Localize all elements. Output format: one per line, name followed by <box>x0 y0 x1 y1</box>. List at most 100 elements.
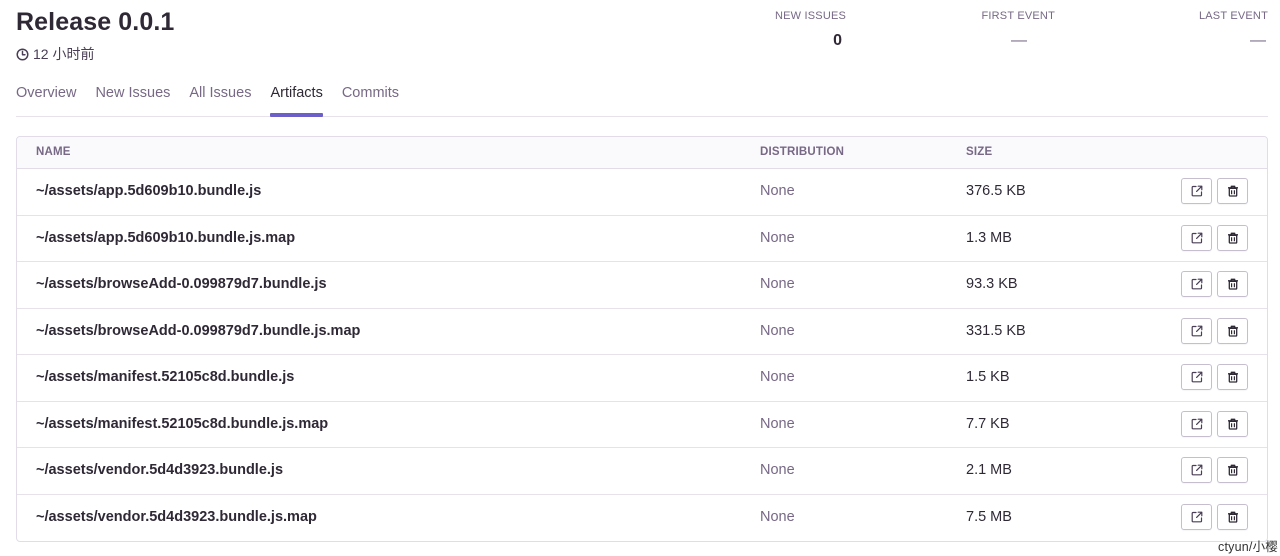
table-body: ~/assets/app.5d609b10.bundle.js None 376… <box>17 169 1267 541</box>
page-title: Release 0.0.1 <box>16 8 175 36</box>
trash-icon <box>1227 464 1239 476</box>
external-link-icon <box>1191 371 1203 383</box>
trash-icon <box>1227 371 1239 383</box>
clock-icon <box>16 47 29 61</box>
delete-artifact-button[interactable] <box>1217 178 1248 204</box>
external-link-icon <box>1191 185 1203 197</box>
table-row: ~/assets/manifest.52105c8d.bundle.js.map… <box>17 402 1267 448</box>
delete-artifact-button[interactable] <box>1217 271 1248 297</box>
table-row: ~/assets/app.5d609b10.bundle.js None 376… <box>17 169 1267 216</box>
delete-artifact-button[interactable] <box>1217 364 1248 390</box>
artifact-name: ~/assets/vendor.5d4d3923.bundle.js <box>36 462 284 478</box>
table-row: ~/assets/vendor.5d4d3923.bundle.js None … <box>17 448 1267 495</box>
stat-last-event: LAST EVENT — <box>1055 10 1268 50</box>
table-row: ~/assets/browseAdd-0.099879d7.bundle.js … <box>17 262 1267 309</box>
row-actions <box>1181 410 1248 437</box>
delete-artifact-button[interactable] <box>1217 503 1248 530</box>
external-link-icon <box>1191 418 1203 430</box>
table-row: ~/assets/manifest.52105c8d.bundle.js Non… <box>17 355 1267 402</box>
artifact-name: ~/assets/app.5d609b10.bundle.js.map <box>36 229 296 246</box>
artifact-distribution: None <box>760 415 795 432</box>
artifact-size: 7.7 KB <box>966 415 1010 432</box>
tab-commits[interactable]: Commits <box>342 72 399 116</box>
column-header-size: SIZE <box>966 146 993 158</box>
tab-overview[interactable]: Overview <box>16 72 76 116</box>
trash-icon <box>1227 278 1239 290</box>
release-tabs: Overview New Issues All Issues Artifacts… <box>16 72 1268 117</box>
open-artifact-button[interactable] <box>1181 271 1212 297</box>
column-header-name: NAME <box>36 146 71 158</box>
artifact-distribution: None <box>760 462 795 478</box>
stat-first-event: FIRST EVENT — <box>843 10 1055 50</box>
artifact-name: ~/assets/vendor.5d4d3923.bundle.js.map <box>36 508 317 525</box>
stat-first-event-label: FIRST EVENT <box>981 10 1055 22</box>
artifact-size: 7.5 MB <box>966 508 1012 525</box>
stat-last-event-label: LAST EVENT <box>1198 10 1268 22</box>
column-header-distribution: DISTRIBUTION <box>760 146 845 158</box>
row-actions <box>1181 317 1248 344</box>
trash-icon <box>1227 511 1239 523</box>
tab-all-issues[interactable]: All Issues <box>189 72 251 116</box>
artifact-size: 93.3 KB <box>966 276 1018 292</box>
row-actions <box>1181 457 1248 483</box>
stat-new-issues: NEW ISSUES 0 <box>775 10 847 50</box>
stat-new-issues-label: NEW ISSUES <box>775 10 847 22</box>
release-page: Release 0.0.1 12 小时前 NEW ISSUES 0 FIRST … <box>0 0 1280 556</box>
artifact-size: 1.5 KB <box>966 369 1010 385</box>
open-artifact-button[interactable] <box>1181 178 1212 204</box>
row-actions <box>1181 364 1248 390</box>
row-actions <box>1181 178 1248 204</box>
stat-first-event-value: — <box>1011 32 1027 49</box>
watermark: ctyun/小樱 <box>1218 540 1278 554</box>
open-artifact-button[interactable] <box>1181 224 1212 251</box>
open-artifact-button[interactable] <box>1181 317 1212 344</box>
artifact-name: ~/assets/app.5d609b10.bundle.js <box>36 183 262 199</box>
row-actions <box>1181 271 1248 297</box>
artifact-name: ~/assets/browseAdd-0.099879d7.bundle.js <box>36 276 327 292</box>
artifact-name: ~/assets/manifest.52105c8d.bundle.js <box>36 369 295 385</box>
external-link-icon <box>1191 278 1203 290</box>
open-artifact-button[interactable] <box>1181 364 1212 390</box>
artifact-size: 331.5 KB <box>966 322 1026 339</box>
tab-artifacts[interactable]: Artifacts <box>270 72 324 117</box>
delete-artifact-button[interactable] <box>1217 457 1248 483</box>
artifact-size: 2.1 MB <box>966 462 1012 478</box>
external-link-icon <box>1191 325 1203 337</box>
external-link-icon <box>1191 232 1203 244</box>
artifact-name: ~/assets/browseAdd-0.099879d7.bundle.js.… <box>36 322 361 339</box>
table-row: ~/assets/vendor.5d4d3923.bundle.js.map N… <box>17 495 1267 542</box>
external-link-icon <box>1191 511 1203 523</box>
table-header: NAME DISTRIBUTION SIZE <box>17 137 1267 169</box>
trash-icon <box>1227 325 1239 337</box>
release-age: 12 小时前 <box>16 44 94 64</box>
stat-last-event-value: — <box>1250 32 1266 49</box>
release-age-text: 12 小时前 <box>33 46 95 62</box>
row-actions <box>1181 224 1248 251</box>
external-link-icon <box>1191 464 1203 476</box>
delete-artifact-button[interactable] <box>1217 410 1248 437</box>
artifact-distribution: None <box>760 229 795 246</box>
artifact-distribution: None <box>760 276 795 292</box>
delete-artifact-button[interactable] <box>1217 224 1248 251</box>
table-row: ~/assets/app.5d609b10.bundle.js.map None… <box>17 216 1267 262</box>
artifact-size: 1.3 MB <box>966 229 1012 246</box>
artifact-distribution: None <box>760 369 795 385</box>
trash-icon <box>1227 418 1239 430</box>
artifacts-table: NAME DISTRIBUTION SIZE ~/assets/app.5d60… <box>16 136 1268 542</box>
release-stats: NEW ISSUES 0 FIRST EVENT — LAST EVENT — <box>775 10 1268 50</box>
artifact-distribution: None <box>760 322 795 339</box>
artifact-distribution: None <box>760 508 795 525</box>
stat-new-issues-value: 0 <box>833 32 842 49</box>
release-header: Release 0.0.1 12 小时前 NEW ISSUES 0 FIRST … <box>16 0 1268 72</box>
artifact-distribution: None <box>760 183 795 199</box>
delete-artifact-button[interactable] <box>1217 317 1248 344</box>
tab-new-issues[interactable]: New Issues <box>95 72 170 116</box>
table-row: ~/assets/browseAdd-0.099879d7.bundle.js.… <box>17 309 1267 355</box>
open-artifact-button[interactable] <box>1181 410 1212 437</box>
open-artifact-button[interactable] <box>1181 503 1212 530</box>
artifact-size: 376.5 KB <box>966 183 1026 199</box>
open-artifact-button[interactable] <box>1181 457 1212 483</box>
artifact-name: ~/assets/manifest.52105c8d.bundle.js.map <box>36 415 329 432</box>
row-actions <box>1181 503 1248 530</box>
trash-icon <box>1227 185 1239 197</box>
